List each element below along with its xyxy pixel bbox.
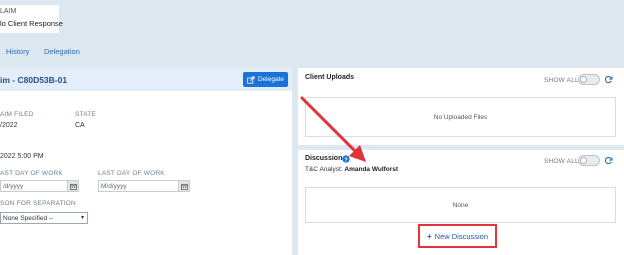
last-day-of-work-input[interactable]: /d/yyyy	[0, 180, 79, 192]
toggle-knob	[580, 157, 587, 164]
refresh-icon[interactable]	[604, 156, 613, 165]
new-discussion-label: New Discussion	[434, 231, 489, 241]
client-uploads-title: Client Uploads	[305, 74, 355, 81]
timestamp: 2022 5:00 PM	[0, 153, 44, 160]
last-day-of-work-label-2: LAST DAY OF WORK	[98, 170, 165, 177]
claim-detail-header: im - C80D53B-01 Delegate	[0, 68, 292, 91]
tab-delegation[interactable]: Delegation	[44, 47, 80, 56]
calendar-button[interactable]	[67, 181, 78, 191]
plus-icon: +	[426, 231, 432, 241]
toggle-knob	[580, 76, 587, 83]
calendar-icon	[69, 183, 77, 190]
delegate-button[interactable]: Delegate	[243, 72, 288, 87]
discussion-list: None	[305, 187, 616, 223]
claim-filed-value: /2022	[0, 122, 18, 129]
last-day-of-work-input-2[interactable]: M/d/yyyy	[98, 180, 190, 192]
calendar-icon	[180, 183, 188, 190]
chevron-down-icon: ▾	[80, 215, 84, 221]
state-label: STATE	[75, 111, 96, 118]
reason-for-separation-select[interactable]: None Specified -- ▾	[0, 212, 88, 224]
claim-filed-label: AIM FILED	[0, 111, 34, 118]
delegate-icon	[247, 75, 255, 84]
claim-id-title: im - C80D53B-01	[0, 75, 68, 85]
discussion-empty-text: None	[452, 201, 469, 209]
tab-history[interactable]: History	[6, 47, 29, 56]
last-day-of-work-placeholder-2: M/d/yyyy	[101, 183, 127, 190]
annotation-arrow	[300, 96, 366, 162]
discussion-show-all-toggle[interactable]	[578, 155, 600, 166]
new-discussion-button[interactable]: + New Discussion	[418, 224, 497, 248]
state-value: CA	[75, 122, 85, 129]
claim-detail-panel: im - C80D53B-01 Delegate	[0, 68, 292, 255]
reason-for-separation-value: None Specified --	[3, 215, 54, 222]
last-day-of-work-placeholder: /d/yyyy	[3, 183, 24, 190]
delegate-button-label: Delegate	[257, 76, 285, 83]
claim-card: LAIM lo Client Response	[0, 5, 63, 33]
last-day-of-work-label: AST DAY OF WORK	[0, 170, 63, 177]
discussion-show-all-label: SHOW ALL	[544, 158, 579, 165]
reason-for-separation-label: SON FOR SEPARATION	[0, 200, 76, 207]
claim-label: LAIM	[0, 8, 17, 15]
refresh-icon[interactable]	[604, 75, 613, 84]
claim-status: lo Client Response	[0, 19, 63, 28]
calendar-button-2[interactable]	[178, 181, 189, 191]
client-uploads-empty-text: No Uploaded Files	[433, 113, 488, 121]
client-uploads-show-all-toggle[interactable]	[578, 74, 600, 85]
client-uploads-show-all-label: SHOW ALL	[544, 77, 579, 84]
